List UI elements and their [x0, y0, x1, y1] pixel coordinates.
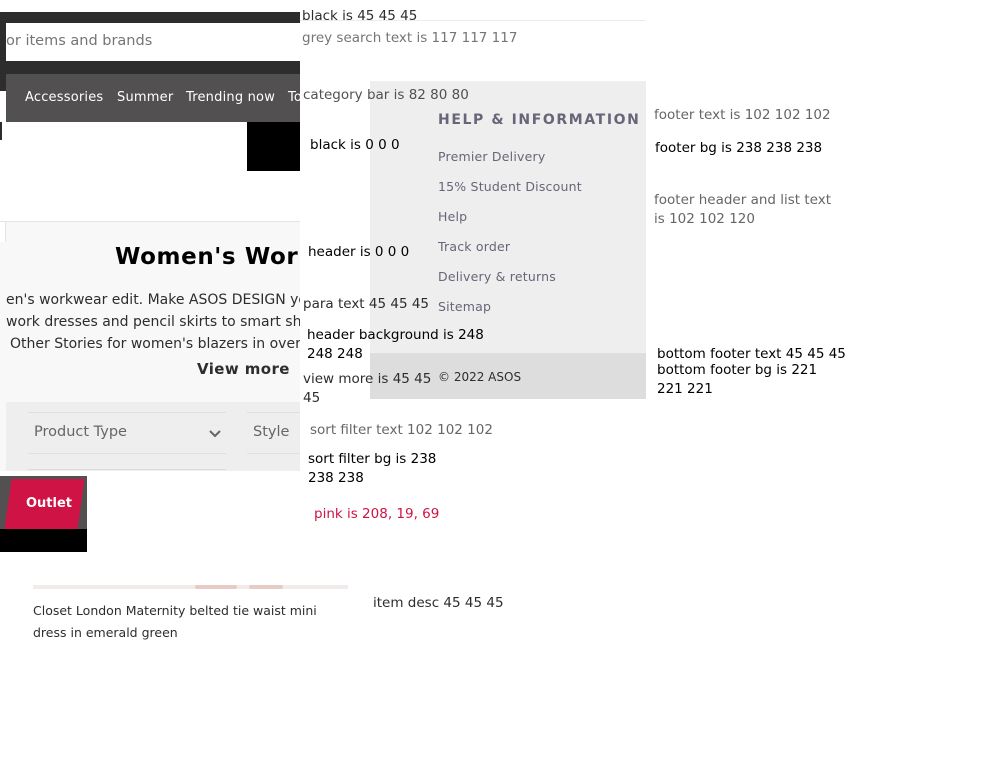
note-sort-filter-bg: sort filter bg is 238 238 238	[308, 451, 437, 486]
product-description[interactable]: Closet London Maternity belted tie waist…	[33, 600, 348, 644]
page-title: Women's Work	[115, 244, 300, 270]
black-swatch	[247, 122, 300, 171]
category-accessories[interactable]: Accessories	[25, 90, 103, 105]
filter-style[interactable]: Style	[247, 412, 300, 454]
filter-product-type-label: Product Type	[34, 424, 127, 440]
filter-product-type[interactable]: Product Type	[28, 412, 226, 454]
note-view-more: view more is 45 45 45	[303, 371, 432, 406]
product-card-crop: Closet London Maternity belted tie waist…	[33, 585, 348, 645]
note-sort-filter-text: sort filter text 102 102 102	[310, 422, 493, 438]
filter-strip: Product Type Style	[6, 402, 300, 471]
outlet-label[interactable]: Outlet	[26, 496, 72, 511]
note-footer-bg: footer bg is 238 238 238	[655, 140, 823, 156]
product-image-detail	[195, 585, 237, 589]
footer-link-sitemap[interactable]: Sitemap	[438, 299, 491, 314]
note-black-000: black is 0 0 0	[310, 137, 400, 153]
note-item-desc: item desc 45 45 45	[373, 595, 504, 611]
category-summer[interactable]: Summer	[117, 90, 173, 105]
search-box[interactable]: or items and brands	[0, 23, 300, 61]
note-header: header is 0 0 0	[308, 244, 410, 260]
note-footer-text: footer text is 102 102 102	[654, 107, 831, 123]
footer-link-student-discount[interactable]: 15% Student Discount	[438, 179, 582, 194]
footer-link-premier-delivery[interactable]: Premier Delivery	[438, 149, 545, 164]
note-pink: pink is 208, 19, 69	[314, 506, 440, 522]
intro-left-edge	[0, 222, 6, 242]
note-para-text: para text 45 45 45	[303, 296, 430, 312]
note-footer-header-list: footer header and list text is 102 102 1…	[654, 192, 832, 227]
copyright: © 2022 ASOS	[438, 370, 522, 384]
note-grey-search: grey search text is 117 117 117	[302, 30, 518, 46]
chevron-down-icon	[209, 430, 221, 438]
footer-link-delivery-returns[interactable]: Delivery & returns	[438, 269, 556, 284]
product-image-edge[interactable]	[33, 585, 348, 589]
note-category-bar: category bar is 82 80 80	[303, 87, 469, 103]
category-bar: Accessories Summer Trending now To	[6, 74, 300, 122]
footer-heading: HELP & INFORMATION	[438, 112, 641, 128]
note-black: black is 45 45 45	[302, 8, 418, 24]
outlet-crop: Outlet	[0, 476, 87, 552]
search-input[interactable]: or items and brands	[6, 33, 152, 49]
search-bottom-bar	[6, 61, 300, 74]
note-bottom-footer-bg: bottom footer bg is 221 221 221	[657, 362, 818, 397]
intro-crop: Women's Work en's workwear edit. Make AS…	[0, 221, 300, 471]
header-crop: or items and brands Accessories Summer T…	[0, 0, 300, 171]
category-trending-now[interactable]: Trending now	[186, 90, 275, 105]
view-more-link[interactable]: View more	[197, 360, 290, 378]
note-header-bg: header background is 248 248 248	[307, 327, 484, 362]
intro-paragraph-line-3: Other Stories for women's blazers in ove…	[10, 336, 300, 352]
filter-style-label: Style	[253, 424, 290, 440]
top-black-bar	[6, 12, 300, 23]
intro-paragraph-line-2: work dresses and pencil skirts to smart …	[6, 314, 300, 330]
category-truncated[interactable]: To	[288, 90, 300, 105]
intro-paragraph-line-1: en's workwear edit. Make ASOS DESIGN yo	[6, 292, 300, 308]
left-stub	[0, 122, 2, 140]
footer-link-help[interactable]: Help	[438, 209, 467, 224]
product-image-detail	[249, 585, 283, 589]
filter-divider	[28, 469, 226, 470]
footer-link-track-order[interactable]: Track order	[438, 239, 510, 254]
